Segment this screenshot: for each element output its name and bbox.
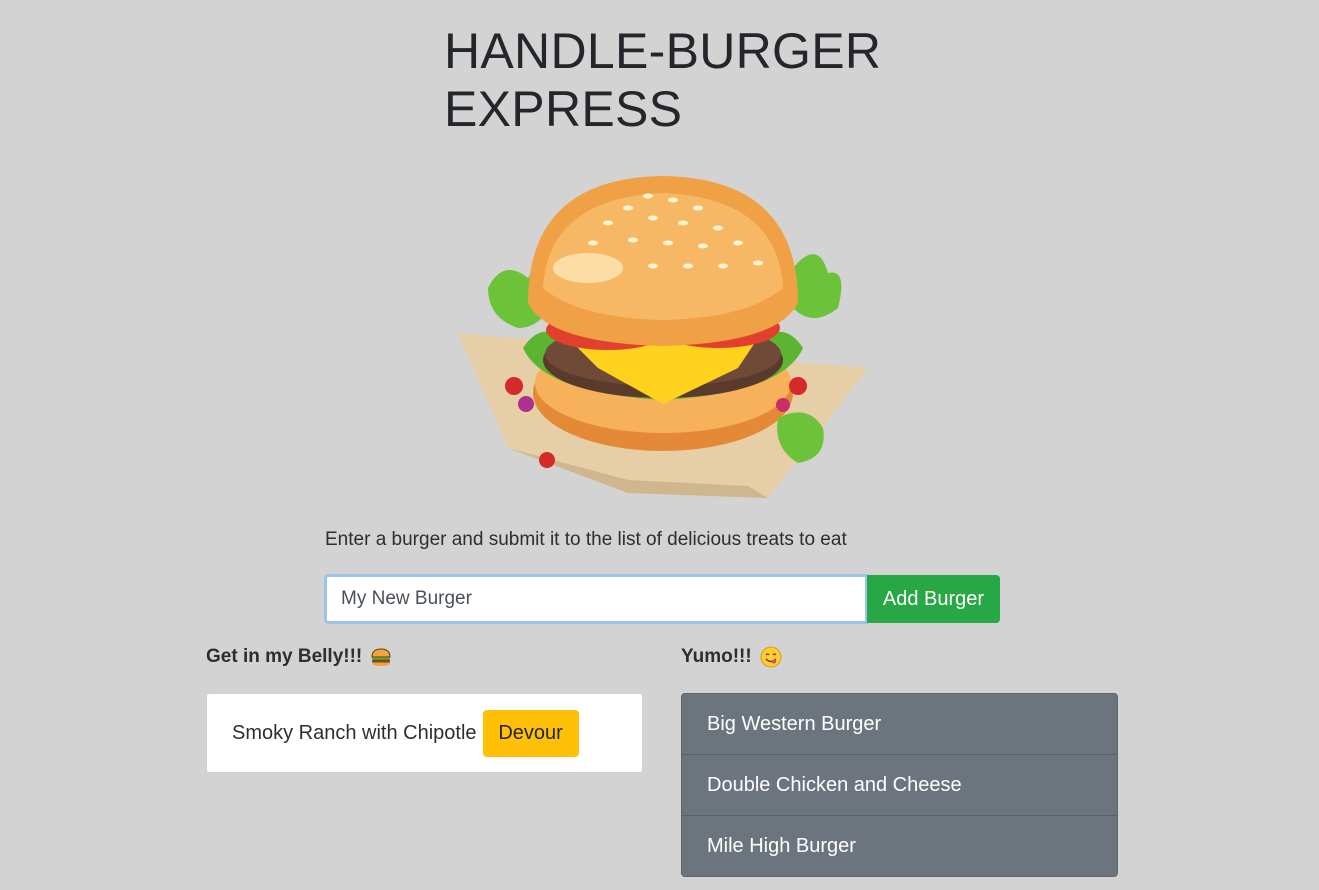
belly-list: Smoky Ranch with Chipotle Devour	[206, 693, 643, 773]
burger-name: Smoky Ranch with Chipotle	[232, 721, 477, 744]
burger-illustration	[458, 176, 868, 498]
add-burger-button[interactable]: Add Burger	[867, 575, 1000, 623]
belly-heading-text: Get in my Belly!!!	[206, 646, 363, 667]
list-item: Big Western Burger	[682, 694, 1117, 755]
devoured-list: Big Western Burger Double Chicken and Ch…	[681, 693, 1118, 877]
yum-face-emoji-icon	[760, 646, 782, 668]
title-line-2: EXPRESS	[444, 81, 683, 137]
yumo-heading: Yumo!!!	[681, 646, 782, 668]
devour-button[interactable]: Devour	[482, 709, 579, 757]
form-instructions: Enter a burger and submit it to the list…	[325, 529, 847, 550]
burger-name-input[interactable]	[324, 574, 868, 624]
page: HANDLE-BURGER EXPRESS Enter a burger and…	[0, 0, 1319, 890]
belly-heading: Get in my Belly!!!	[206, 646, 392, 668]
list-item: Smoky Ranch with Chipotle Devour	[232, 709, 579, 757]
page-title: HANDLE-BURGER EXPRESS	[444, 22, 881, 138]
title-line-1: HANDLE-BURGER	[444, 23, 882, 79]
yumo-heading-text: Yumo!!!	[681, 646, 752, 667]
list-item: Double Chicken and Cheese	[682, 755, 1117, 816]
hamburger-emoji-icon	[371, 648, 391, 666]
list-item: Mile High Burger	[707, 835, 856, 857]
